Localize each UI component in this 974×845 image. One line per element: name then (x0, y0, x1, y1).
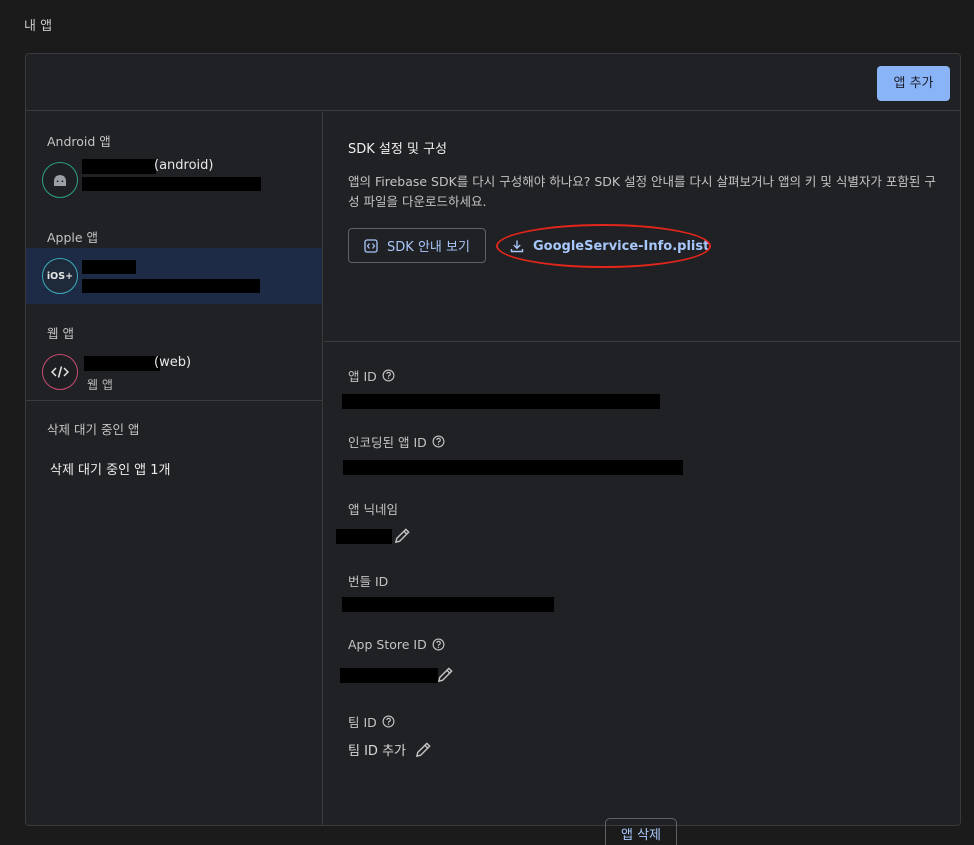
encoded-app-id-label: 인코딩된 앱 ID (348, 432, 445, 451)
nickname-label: 앱 닉네임 (348, 499, 398, 518)
app-store-id-label: App Store ID (348, 637, 445, 652)
app-detail-panel: SDK 설정 및 구성 앱의 Firebase SDK를 다시 구성해야 하나요… (324, 112, 960, 845)
web-app-sublabel: 웹 앱 (87, 378, 113, 392)
android-avatar (42, 162, 78, 198)
app-store-id-label-text: App Store ID (348, 637, 427, 652)
redacted-package-name (82, 177, 261, 191)
redacted-encoded-app-id (343, 460, 683, 475)
team-id-label: 팀 ID (348, 712, 395, 731)
redacted-app-id (342, 394, 660, 409)
sdk-guide-button[interactable]: SDK 안내 보기 (348, 228, 486, 263)
sdk-section-title: SDK 설정 및 구성 (348, 142, 447, 157)
android-icon (54, 175, 66, 186)
app-item-android[interactable]: (android) (26, 152, 322, 206)
team-id-add: 팀 ID 추가 (348, 744, 406, 759)
sdk-guide-label: SDK 안내 보기 (387, 240, 470, 255)
redacted-app-name (84, 356, 160, 371)
pending-apps-link[interactable]: 삭제 대기 중인 앱 1개 (50, 459, 170, 478)
highlight-annotation (496, 224, 711, 268)
android-section-label: Android 앱 (47, 134, 111, 149)
apple-section-label: Apple 앱 (47, 230, 99, 245)
page-title: 내 앱 (24, 19, 53, 34)
web-section-label: 웹 앱 (47, 326, 74, 341)
main-divider (324, 341, 960, 342)
help-icon[interactable] (432, 435, 445, 448)
card-header: 앱 추가 (26, 54, 960, 111)
sdk-description: 앱의 Firebase SDK를 다시 구성해야 하나요? SDK 설정 안내를… (348, 174, 936, 209)
add-app-button[interactable]: 앱 추가 (877, 66, 950, 101)
edit-team-id-icon[interactable] (414, 740, 433, 759)
code-icon (51, 366, 69, 378)
web-avatar (42, 354, 78, 390)
bundle-id-label-text: 번들 ID (348, 574, 389, 589)
code-brackets-icon (364, 238, 378, 253)
app-id-label: 앱 ID (348, 366, 395, 385)
edit-app-store-id-icon[interactable] (436, 665, 455, 684)
help-icon[interactable] (382, 369, 395, 382)
delete-app-button[interactable]: 앱 삭제 (605, 818, 677, 845)
app-id-label-text: 앱 ID (348, 369, 377, 384)
app-item-web[interactable]: (web) 웹 앱 (26, 344, 322, 398)
redacted-app-name (82, 159, 156, 174)
team-id-label-text: 팀 ID (348, 715, 377, 730)
android-app-suffix: (android) (154, 158, 214, 173)
sidebar-divider (26, 400, 322, 401)
redacted-bundle-id-value (342, 597, 554, 612)
app-list-sidebar: Android 앱 (android) Apple 앱 iOS+ 웹 앱 (we… (26, 112, 323, 825)
ios-badge-icon: iOS+ (46, 270, 74, 282)
pending-section-label: 삭제 대기 중인 앱 (47, 422, 140, 437)
app-item-ios[interactable]: iOS+ (26, 248, 322, 304)
ios-avatar: iOS+ (42, 258, 78, 294)
web-app-suffix: (web) (154, 355, 192, 370)
bundle-id-label: 번들 ID (348, 571, 388, 590)
redacted-bundle-id (82, 279, 260, 293)
edit-nickname-icon[interactable] (393, 526, 412, 545)
help-icon[interactable] (432, 638, 445, 651)
help-icon[interactable] (382, 715, 395, 728)
redacted-app-name (82, 260, 136, 274)
my-apps-card: 앱 추가 Android 앱 (android) Apple 앱 iOS+ 웹 … (25, 53, 961, 845)
redacted-app-store-id (340, 668, 438, 683)
nickname-label-text: 앱 닉네임 (348, 502, 398, 517)
redacted-nickname (336, 529, 392, 544)
encoded-app-id-label-text: 인코딩된 앱 ID (348, 435, 427, 450)
